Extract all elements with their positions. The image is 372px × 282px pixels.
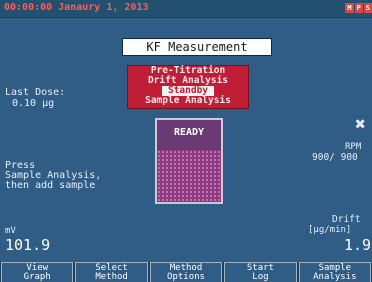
mv-value: 101.9 xyxy=(5,236,51,254)
sample-analysis-button[interactable]: Sample Analysis xyxy=(298,262,372,282)
softkey-label: Method xyxy=(95,272,128,282)
datetime-display: 00:00:00 Janaury 1, 2013 xyxy=(4,2,149,13)
vessel-liquid xyxy=(155,150,223,204)
view-graph-button[interactable]: View Graph xyxy=(1,262,74,282)
last-dose-label: Last Dose: xyxy=(5,87,66,98)
softkey-bar: View Graph Select Method Method Options … xyxy=(0,262,372,282)
drift-value: 1.9 xyxy=(344,236,372,254)
start-log-button[interactable]: Start Log xyxy=(224,262,297,282)
softkey-label: Graph xyxy=(23,272,51,282)
status-icon-s: S xyxy=(363,3,372,13)
last-dose-value: 0.10 µg xyxy=(12,98,55,109)
softkey-label: Options xyxy=(167,272,205,282)
drift-unit: [µg/min] xyxy=(308,225,352,235)
ready-status: READY xyxy=(173,127,205,138)
rpm-label: RPM xyxy=(345,142,362,152)
method-options-button[interactable]: Method Options xyxy=(149,262,223,282)
status-bar: 00:00:00 Janaury 1, 2013 M P S xyxy=(0,0,372,18)
rpm-value: 900/ 900 xyxy=(312,152,358,163)
status-icons: M P S xyxy=(345,3,372,13)
select-method-button[interactable]: Select Method xyxy=(75,262,148,282)
status-icon-p: P xyxy=(354,3,363,13)
instrument-screen: 00:00:00 Janaury 1, 2013 M P S KF Measur… xyxy=(0,0,372,282)
mv-label: mV xyxy=(5,226,16,236)
page-title: KF Measurement xyxy=(122,38,272,56)
mode-sample-analysis[interactable]: Sample Analysis xyxy=(128,96,248,106)
titration-vessel: READY xyxy=(155,118,223,204)
instruction-line-3: then add sample xyxy=(5,180,96,191)
softkey-label: Analysis xyxy=(313,272,357,282)
mode-selector[interactable]: Pre-Titration Drift Analysis Standby Sam… xyxy=(127,65,249,109)
softkey-label: Log xyxy=(252,272,269,282)
drift-label: Drift xyxy=(332,214,361,225)
status-icon-m: M xyxy=(345,3,354,13)
stirrer-icon: ✖ xyxy=(355,114,366,135)
